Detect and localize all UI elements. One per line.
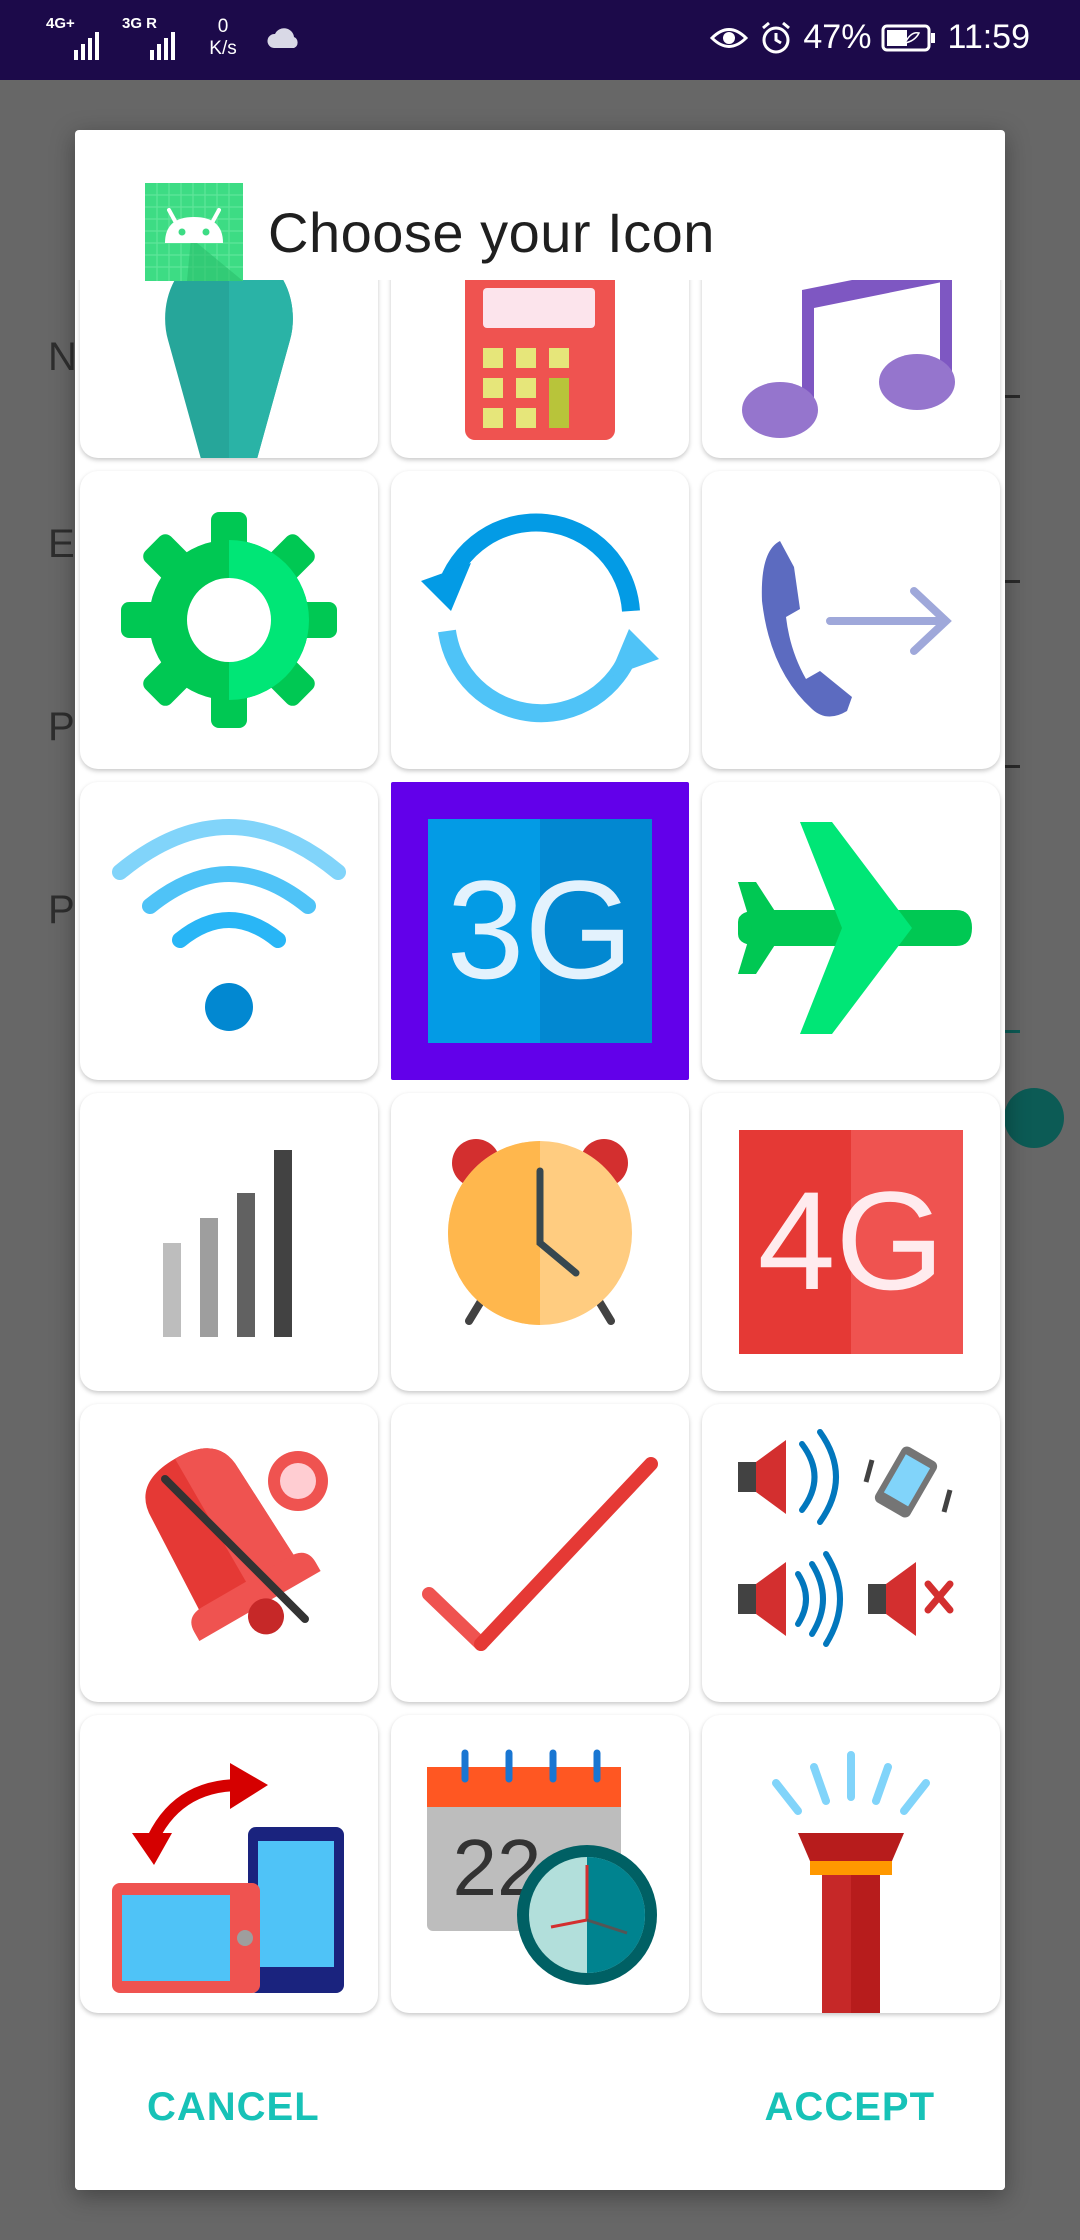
icon-tile-alarm[interactable] [391,1093,689,1391]
3g-icon: 3G [428,819,652,1043]
location-pin-icon [165,280,293,458]
bg-field-label-1: N [48,335,77,379]
icon-tile-sync[interactable] [391,471,689,769]
call-forward-icon [761,541,952,717]
icon-tile-screen-rotation[interactable] [80,1715,378,2013]
bg-field-underline [1004,395,1020,398]
bg-field-label-4: P [48,888,75,932]
icon-tile-call-forward[interactable] [702,471,1000,769]
bg-field-label-2: E [48,522,75,566]
sync-icon [421,513,659,723]
bg-field-underline [1004,580,1020,583]
bg-field-underline-focused [1004,1030,1020,1033]
4g-label: 4G [758,1162,945,1319]
music-note-icon [742,280,955,438]
icon-tile-calculator[interactable] [391,280,689,458]
choose-icon-dialog: Choose your Icon 3G 4G 22 CANCEL ACCEPT [75,130,1005,2190]
3g-label: 3G [447,851,634,1008]
network-type-label-1: 4G+ [46,15,75,32]
bg-field-label-3: P [48,705,75,749]
battery-icon [881,24,936,51]
dialog-title: Choose your Icon [268,201,715,264]
network-signal-2: 3G R [122,16,180,60]
bg-floating-button [1004,1088,1064,1148]
icon-tile-wifi[interactable] [80,782,378,1080]
signal-strength-icon [150,32,175,60]
icon-tile-airplane[interactable] [702,782,1000,1080]
bell-off-icon [145,1448,328,1641]
network-signal-1: 4G+ [46,16,104,60]
icon-tile-sound-profile[interactable] [702,1404,1000,1702]
status-bar: 4G+ 3G R 0 K/s 47% 11:59 [0,0,1080,80]
icon-tile-location-pin[interactable] [80,280,378,458]
alarm-clock-icon [448,1139,632,1325]
icon-tile-settings[interactable] [80,471,378,769]
calculator-icon [465,280,615,440]
signal-strength-icon [74,32,99,60]
alarm-icon [762,21,791,53]
airplane-mode-icon [738,822,972,1034]
dialog-actions: CANCEL ACCEPT [75,2025,1005,2190]
4g-icon: 4G [739,1130,963,1354]
cloud-icon [267,28,298,48]
speed-value: 0 [217,16,229,37]
flashlight-icon [772,1751,930,2013]
signal-bars-icon [163,1150,292,1337]
calendar-clock-icon: 22 [427,1749,657,1985]
icon-tile-calendar-clock[interactable]: 22 [391,1715,689,2013]
icon-grid-viewport[interactable]: 3G 4G 22 [75,280,1005,2025]
icon-tile-music-note[interactable] [702,280,1000,458]
sound-profile-icon [738,1429,954,1647]
clock: 11:59 [947,18,1030,56]
checkmark-icon [422,1457,658,1651]
icon-tile-signal[interactable] [80,1093,378,1391]
settings-gear-icon [121,512,337,728]
accept-button[interactable]: ACCEPT [745,2075,955,2140]
eye-comfort-icon [710,27,749,48]
bg-field-underline [1004,765,1020,768]
dialog-header: Choose your Icon [75,130,1005,281]
icon-tile-flashlight[interactable] [702,1715,1000,2013]
screen-rotation-icon [112,1763,344,1993]
icon-tile-checkmark[interactable] [391,1404,689,1702]
cancel-button[interactable]: CANCEL [127,2075,340,2140]
network-speed: 0 K/s [198,16,248,60]
android-app-icon [145,183,243,281]
battery-percent: 47% [803,18,872,56]
icon-tile-3g-selected[interactable]: 3G [391,782,689,1080]
speed-unit: K/s [209,38,237,59]
icon-tile-bell-off[interactable] [80,1404,378,1702]
icon-tile-4g[interactable]: 4G [702,1093,1000,1391]
wifi-icon [112,819,346,1031]
